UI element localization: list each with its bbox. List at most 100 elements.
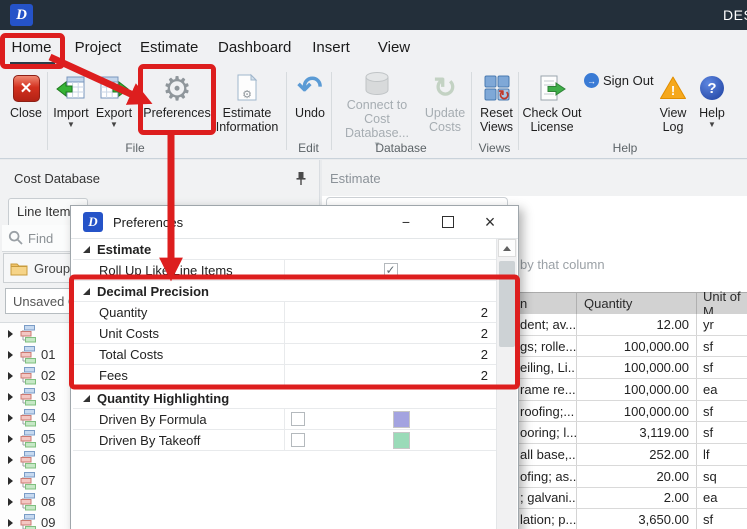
view-log-button[interactable]: ! View Log: [652, 70, 694, 138]
cell-unit[interactable]: ea: [697, 379, 747, 400]
reset-views-button[interactable]: ↻ Reset Views: [475, 70, 518, 138]
pref-value[interactable]: 2: [284, 365, 496, 385]
cell-description[interactable]: ofing; as...: [517, 466, 577, 487]
expand-caret-icon[interactable]: [8, 372, 13, 380]
collapse-triangle-icon[interactable]: [83, 246, 90, 253]
collapse-triangle-icon[interactable]: [83, 395, 90, 402]
cell-unit[interactable]: sf: [697, 401, 747, 422]
table-row[interactable]: gs; rolle... 100,000.00 sf: [517, 336, 747, 358]
table-row[interactable]: eiling, Li... 100,000.00 sf: [517, 357, 747, 379]
cell-quantity[interactable]: 12.00: [577, 314, 697, 335]
takeoff-checkbox[interactable]: [291, 433, 305, 447]
cell-quantity[interactable]: 100,000.00: [577, 336, 697, 357]
tab-home[interactable]: Home: [8, 39, 55, 63]
cell-unit[interactable]: sf: [697, 509, 747, 529]
cell-quantity[interactable]: 252.00: [577, 444, 697, 465]
col-header-quantity[interactable]: Quantity: [577, 293, 697, 314]
cell-description[interactable]: ; galvani...: [517, 488, 577, 509]
check-out-license-button[interactable]: Check Out License: [522, 70, 582, 138]
undo-button[interactable]: ↶ Undo: [290, 70, 330, 138]
import-dropdown-arrow[interactable]: ▼: [67, 120, 75, 129]
cell-description[interactable]: dent; av...: [517, 314, 577, 335]
cell-quantity[interactable]: 20.00: [577, 466, 697, 487]
table-row[interactable]: ooring; l... 3,119.00 sf: [517, 422, 747, 444]
cell-unit[interactable]: sq: [697, 466, 747, 487]
table-row[interactable]: roofing;... 100,000.00 sf: [517, 401, 747, 423]
table-row[interactable]: ofing; as... 20.00 sq: [517, 466, 747, 488]
sign-out-button[interactable]: → Sign Out: [584, 73, 654, 88]
export-button[interactable]: Export ▼: [93, 70, 135, 138]
cell-unit[interactable]: ea: [697, 488, 747, 509]
tab-view[interactable]: View: [374, 39, 414, 63]
cell-description[interactable]: lation; p...: [517, 509, 577, 529]
dialog-close-button[interactable]: ×: [475, 212, 505, 232]
pref-value[interactable]: 2: [284, 344, 496, 364]
expand-caret-icon[interactable]: [8, 519, 13, 527]
preferences-button[interactable]: ⚙ Preferences: [142, 70, 212, 138]
section-estimate[interactable]: Estimate: [73, 239, 496, 260]
cell-quantity[interactable]: 3,650.00: [577, 509, 697, 529]
cell-quantity[interactable]: 2.00: [577, 488, 697, 509]
cell-description[interactable]: roofing;...: [517, 401, 577, 422]
expand-caret-icon[interactable]: [8, 456, 13, 464]
cell-description[interactable]: ooring; l...: [517, 422, 577, 443]
scrollbar-thumb[interactable]: [499, 261, 515, 347]
dialog-maximize-button[interactable]: [433, 212, 463, 232]
tab-insert[interactable]: Insert: [308, 39, 354, 63]
table-row[interactable]: ; galvani... 2.00 ea: [517, 488, 747, 510]
formula-checkbox[interactable]: [291, 412, 305, 426]
cell-quantity[interactable]: 100,000.00: [577, 379, 697, 400]
cell-quantity[interactable]: 100,000.00: [577, 357, 697, 378]
help-dropdown-arrow[interactable]: ▼: [708, 120, 716, 129]
tab-dashboard[interactable]: Dashboard: [218, 39, 288, 63]
cell-unit[interactable]: sf: [697, 357, 747, 378]
formula-color-swatch[interactable]: [393, 411, 410, 428]
pref-value[interactable]: 2: [284, 323, 496, 343]
tab-estimate[interactable]: Estimate: [140, 39, 196, 63]
help-button[interactable]: ? Help ▼: [692, 70, 732, 138]
table-row[interactable]: all base,... 252.00 lf: [517, 444, 747, 466]
expand-caret-icon[interactable]: [8, 477, 13, 485]
cell-unit[interactable]: lf: [697, 444, 747, 465]
dialog-scrollbar[interactable]: [496, 239, 517, 529]
collapse-triangle-icon[interactable]: [83, 288, 90, 295]
table-row[interactable]: rame re... 100,000.00 ea: [517, 379, 747, 401]
expand-caret-icon[interactable]: [8, 498, 13, 506]
table-header-row[interactable]: n Quantity Unit of M: [517, 292, 747, 315]
expand-caret-icon[interactable]: [8, 435, 13, 443]
rollup-checkbox[interactable]: ✓: [384, 263, 398, 277]
folder-icon: [10, 261, 28, 276]
pin-icon[interactable]: [295, 171, 307, 191]
expand-caret-icon[interactable]: [8, 414, 13, 422]
section-decimal-precision[interactable]: Decimal Precision: [73, 281, 496, 302]
table-row[interactable]: lation; p... 3,650.00 sf: [517, 509, 747, 529]
cell-description[interactable]: eiling, Li...: [517, 357, 577, 378]
export-dropdown-arrow[interactable]: ▼: [110, 120, 118, 129]
cell-description[interactable]: all base,...: [517, 444, 577, 465]
cell-unit[interactable]: yr: [697, 314, 747, 335]
col-header-unit[interactable]: Unit of M: [697, 293, 747, 314]
takeoff-color-swatch[interactable]: [393, 432, 410, 449]
group-separator: [331, 72, 332, 150]
cell-quantity[interactable]: 100,000.00: [577, 401, 697, 422]
dialog-minimize-button[interactable]: −: [391, 212, 421, 232]
close-button[interactable]: ✕ Close: [6, 70, 46, 138]
estimate-information-button[interactable]: ⚙ Estimate Information: [215, 70, 279, 138]
scroll-up-button[interactable]: [498, 239, 516, 257]
col-header-description-clipped[interactable]: n: [517, 293, 577, 314]
cell-unit[interactable]: sf: [697, 336, 747, 357]
tab-project[interactable]: Project: [72, 39, 124, 63]
cell-description[interactable]: rame re...: [517, 379, 577, 400]
pref-value[interactable]: 2: [284, 302, 496, 322]
expand-caret-icon[interactable]: [8, 351, 13, 359]
expand-caret-icon[interactable]: [8, 330, 13, 338]
cell-unit[interactable]: sf: [697, 422, 747, 443]
expand-caret-icon[interactable]: [8, 393, 13, 401]
cell-description[interactable]: gs; rolle...: [517, 336, 577, 357]
import-button[interactable]: Import ▼: [50, 70, 92, 138]
dialog-title-bar[interactable]: D Preferences − ×: [71, 206, 518, 239]
group-separator: [47, 72, 48, 150]
cell-quantity[interactable]: 3,119.00: [577, 422, 697, 443]
section-quantity-highlighting[interactable]: Quantity Highlighting: [73, 388, 496, 409]
table-row[interactable]: dent; av... 12.00 yr: [517, 314, 747, 336]
